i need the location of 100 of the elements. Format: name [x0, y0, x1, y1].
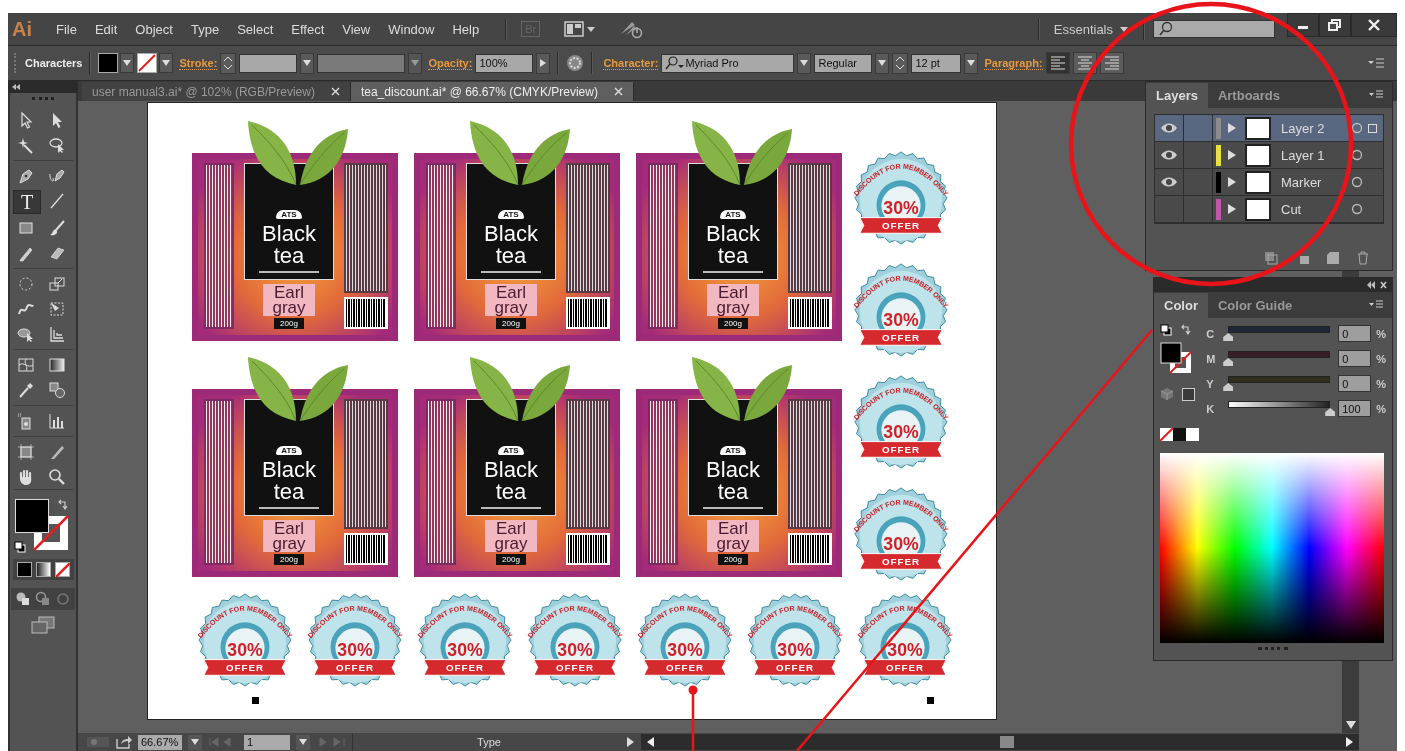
color-spectrum[interactable]	[1160, 453, 1384, 643]
panel-tab[interactable]: Layers	[1146, 83, 1208, 108]
minimize-button[interactable]	[1287, 13, 1319, 37]
color-slider-track[interactable]	[1228, 376, 1331, 383]
panel-tab[interactable]: Color Guide	[1207, 293, 1303, 318]
web-safe-swatch[interactable]	[1182, 387, 1195, 401]
opacity-field[interactable]: 100%	[475, 53, 534, 73]
zoom-dropdown[interactable]	[188, 734, 202, 750]
default-colors-icon[interactable]	[1160, 324, 1172, 336]
menu-item[interactable]: File	[56, 21, 77, 37]
font-size-stepper[interactable]	[892, 52, 909, 74]
default-colors-icon[interactable]	[14, 541, 26, 553]
new-layer-icon[interactable]	[1326, 251, 1340, 265]
share-icon[interactable]	[116, 735, 132, 749]
target-circle-icon[interactable]	[1351, 203, 1363, 215]
menu-item[interactable]: Type	[190, 21, 220, 37]
search-field[interactable]	[1153, 20, 1275, 38]
channel-value-field[interactable]: 0	[1338, 325, 1372, 342]
stroke-weight-stepper[interactable]	[220, 52, 237, 74]
slider-thumb[interactable]	[1223, 383, 1234, 391]
type-tool[interactable]: T	[13, 190, 41, 214]
draw-behind-icon[interactable]	[35, 591, 51, 607]
scroll-left-arrow-icon[interactable]	[645, 736, 655, 748]
stroke-weight-field[interactable]	[239, 53, 298, 73]
expand-triangle-icon[interactable]	[1227, 149, 1237, 161]
eye-icon[interactable]	[1160, 122, 1178, 134]
scroll-right-arrow-icon[interactable]	[1345, 736, 1355, 748]
target-circle-icon[interactable]	[1351, 122, 1363, 134]
font-size-field[interactable]: 12 pt	[911, 53, 962, 73]
fill-color-dropdown[interactable]	[98, 53, 135, 73]
stroke-color-dropdown[interactable]	[137, 53, 174, 73]
swatch[interactable]	[1186, 428, 1199, 441]
zoom-field[interactable]: 66.67%	[138, 734, 182, 750]
target-circle-icon[interactable]	[1351, 176, 1363, 188]
color-slider-track[interactable]	[1228, 401, 1331, 408]
menu-item[interactable]: Object	[135, 21, 173, 37]
layer-row[interactable]: Layer 2	[1155, 115, 1383, 142]
status-menu-arrow-icon[interactable]	[625, 736, 635, 748]
swap-arrows-icon[interactable]	[1180, 324, 1192, 336]
menu-item[interactable]: Edit	[94, 21, 118, 37]
opacity-label[interactable]: Opacity:	[428, 56, 473, 70]
fill-swatch[interactable]	[15, 499, 49, 533]
layer-name[interactable]: Layer 2	[1281, 120, 1325, 136]
font-family-field[interactable]: Myriad Pro	[661, 53, 795, 73]
expand-triangle-icon[interactable]	[1227, 176, 1237, 188]
trash-icon[interactable]	[1356, 251, 1370, 265]
menu-item[interactable]: Help	[452, 21, 480, 37]
slider-thumb[interactable]	[1223, 358, 1234, 366]
none-mode-button[interactable]	[54, 562, 70, 577]
paragraph-label[interactable]: Paragraph:	[984, 56, 1043, 70]
stroke-weight-dropdown[interactable]	[300, 52, 315, 74]
channel-value-field[interactable]: 0	[1338, 350, 1372, 367]
collapse-icon[interactable]	[1366, 280, 1388, 290]
swatch[interactable]	[1173, 428, 1186, 441]
eye-icon[interactable]	[1160, 176, 1178, 188]
workspace-switcher[interactable]: Essentials	[1053, 21, 1129, 37]
panel-menu-icon[interactable]	[1367, 57, 1385, 69]
scroll-down-arrow-icon[interactable]	[1343, 719, 1358, 731]
target-circle-icon[interactable]	[1351, 149, 1363, 161]
panel-menu-icon[interactable]	[1368, 90, 1384, 100]
opacity-slider-button[interactable]	[536, 52, 551, 74]
stroke-label[interactable]: Stroke:	[179, 56, 218, 70]
document-tab[interactable]: tea_discount.ai* @ 66.67% (CMYK/Preview)	[350, 82, 634, 101]
layer-name[interactable]: Cut	[1281, 201, 1302, 217]
panel-menu-icon[interactable]	[1368, 300, 1384, 310]
align-center-button[interactable]	[1072, 52, 1097, 74]
menu-item[interactable]: Effect	[291, 21, 325, 37]
artboard-number-field[interactable]: 1	[244, 734, 290, 750]
gradient-mode-button[interactable]	[35, 562, 51, 577]
none-swatch[interactable]	[1160, 428, 1173, 441]
close-icon[interactable]	[613, 87, 623, 96]
panel-tab[interactable]: Color	[1154, 293, 1208, 318]
color-slider-track[interactable]	[1228, 351, 1331, 358]
collapse-icon[interactable]	[11, 83, 21, 91]
color-slider-track[interactable]	[1228, 326, 1331, 333]
font-style-field[interactable]: Regular	[814, 53, 873, 73]
restore-button[interactable]	[1319, 13, 1351, 37]
layer-name[interactable]: Layer 1	[1281, 147, 1325, 163]
close-icon[interactable]	[330, 87, 340, 96]
swap-arrows-icon[interactable]	[57, 499, 69, 511]
layer-row[interactable]: Marker	[1155, 169, 1383, 196]
close-button[interactable]	[1351, 13, 1397, 37]
recolor-artwork-icon[interactable]	[566, 54, 585, 72]
current-tool-label[interactable]: Type	[359, 736, 619, 748]
selection-indicator[interactable]	[1368, 123, 1377, 133]
eye-icon[interactable]	[1160, 149, 1178, 161]
menu-item[interactable]: Window	[388, 21, 435, 37]
slider-thumb[interactable]	[1325, 408, 1336, 416]
slider-thumb[interactable]	[1223, 333, 1234, 341]
font-size-dropdown[interactable]	[964, 52, 979, 74]
character-label[interactable]: Character:	[603, 56, 659, 70]
layer-row[interactable]: Cut	[1155, 196, 1383, 223]
font-style-dropdown[interactable]	[875, 52, 890, 74]
locate-object-icon[interactable]	[1264, 251, 1278, 265]
panel-tab[interactable]: Artboards	[1207, 83, 1291, 108]
menu-item[interactable]: View	[342, 21, 371, 37]
color-mode-button[interactable]	[16, 562, 32, 577]
layer-row[interactable]: Layer 1	[1155, 142, 1383, 169]
channel-value-field[interactable]: 0	[1338, 375, 1372, 392]
draw-normal-icon[interactable]	[15, 591, 31, 607]
